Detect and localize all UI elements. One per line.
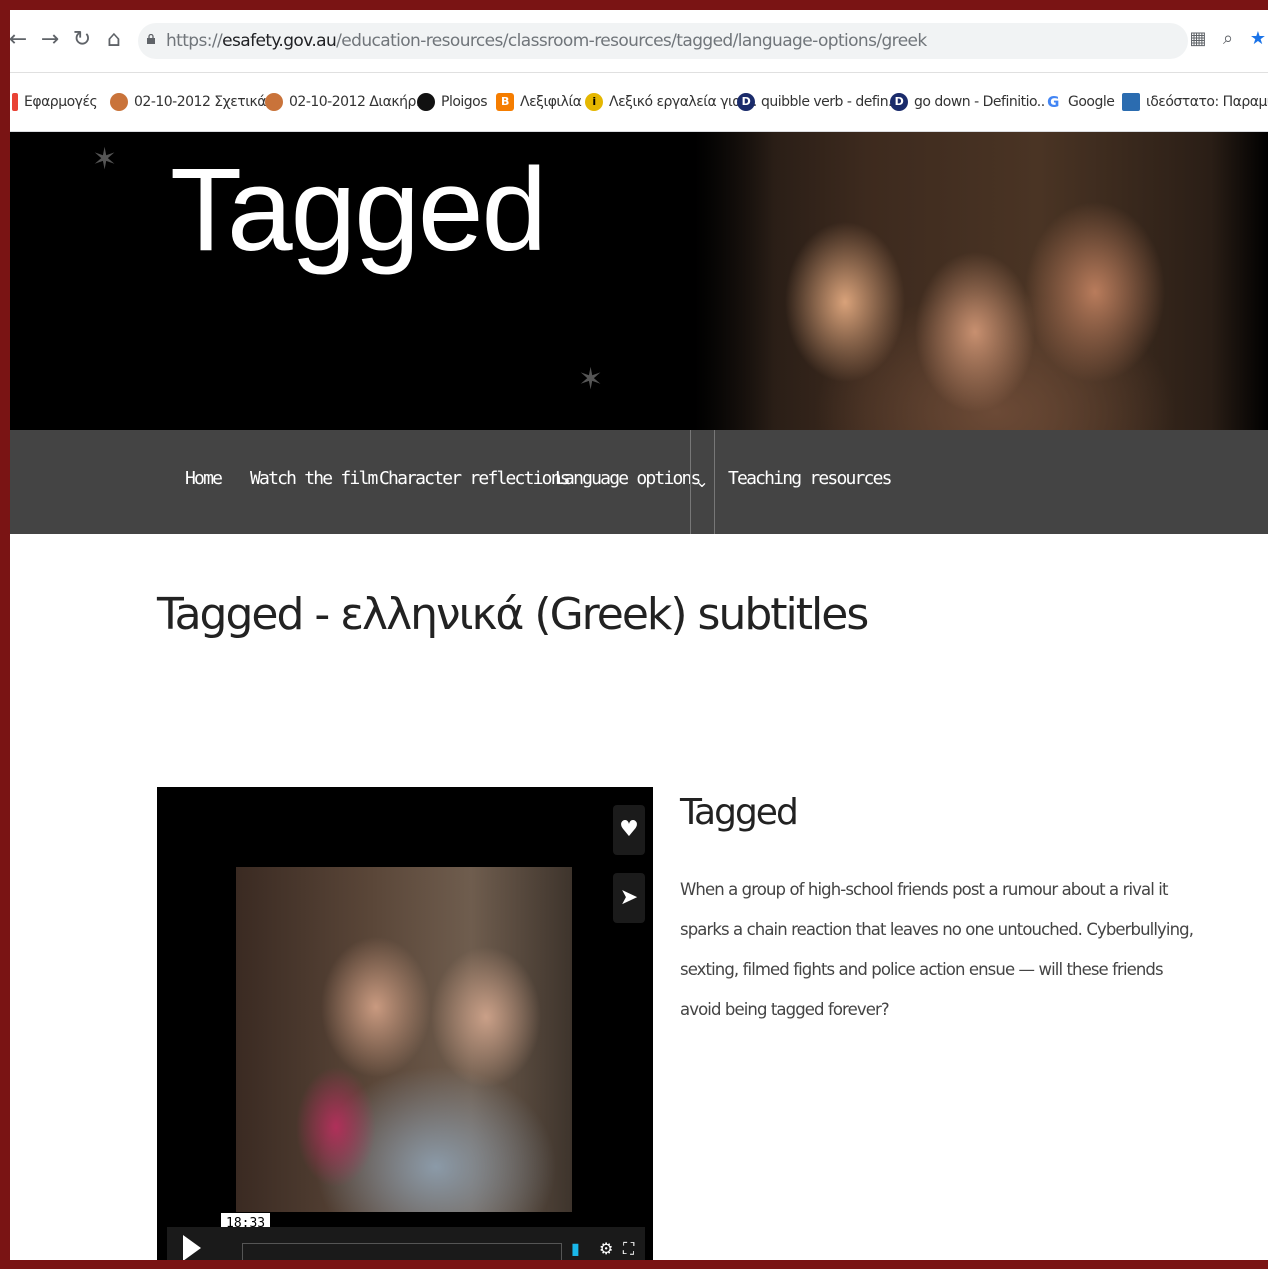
doc-icon [265, 93, 283, 111]
bookmark-item[interactable]: Dquibble verb - defin... [737, 89, 900, 115]
nav-divider [714, 430, 715, 534]
home-icon[interactable]: ⌂ [100, 26, 128, 54]
nav-language-options[interactable]: Language options [555, 468, 701, 489]
blogger-icon: B [496, 93, 514, 111]
bookmark-label: 02-10-2012 Διακήρ... [289, 94, 428, 110]
bookmark-label: Ploigos [441, 94, 488, 110]
dictionary-icon: D [737, 93, 755, 111]
google-icon: G [1044, 93, 1062, 111]
url-path: /education-resources/classroom-resources… [336, 31, 927, 51]
bookmarks-bar: Εφαρμογές 02-10-2012 Σχετικά ... 02-10-2… [10, 73, 1268, 132]
bookmark-item[interactable]: i Λεξικό εργαλεία για ... [585, 89, 757, 115]
video-thumbnail[interactable] [236, 867, 572, 1212]
video-progress-bar[interactable] [242, 1243, 562, 1260]
nav-teaching-resources[interactable]: Teaching resources [728, 468, 892, 489]
address-bar[interactable]: https://esafety.gov.au/education-resourc… [138, 23, 1188, 59]
send-icon[interactable]: ➤ [613, 873, 645, 923]
bookmark-label: go down - Definitio... [914, 94, 1049, 110]
site-navigation: Home Watch the film Character reflection… [10, 430, 1268, 534]
url-host: esafety.gov.au [222, 31, 337, 51]
star-decoration: ✶ [578, 362, 604, 397]
bookmark-item[interactable]: Dgo down - Definitio... [890, 89, 1049, 115]
doc-icon [110, 93, 128, 111]
info-icon: i [585, 93, 603, 111]
page-title: Tagged - ελληνικά (Greek) subtitles [157, 589, 869, 640]
window-border [0, 1260, 1268, 1269]
film-description: When a group of high-school friends post… [680, 880, 1194, 1019]
dictionary-icon: D [890, 93, 908, 111]
bookmark-apps[interactable]: Εφαρμογές [12, 89, 98, 115]
film-title: Tagged [680, 792, 799, 833]
video-controls: ▮ ⚙ ⛶ [167, 1227, 645, 1260]
site-title[interactable]: Tagged [170, 140, 547, 280]
hero-image [695, 132, 1268, 430]
bookmark-label: ιδεόστατο: Παραμύ... [1146, 94, 1268, 110]
bookmark-item[interactable]: 02-10-2012 Διακήρ... [265, 89, 428, 115]
bookmark-label: quibble verb - defin... [761, 94, 900, 110]
bookmark-item[interactable]: B Λεξιφιλία [496, 89, 582, 115]
bookmark-item[interactable]: Ploigos [417, 89, 488, 115]
url-prefix: https:// [166, 31, 223, 51]
play-icon[interactable] [183, 1235, 201, 1260]
translate-icon[interactable]: ▦ [1186, 27, 1210, 51]
star-icon[interactable]: ★ [1246, 27, 1268, 51]
ploigos-icon [417, 93, 435, 111]
hero-image-fade [695, 132, 775, 430]
reload-icon[interactable]: ↻ [68, 26, 96, 54]
volume-icon[interactable]: ▮ [571, 1239, 580, 1258]
gear-icon[interactable]: ⚙ [599, 1239, 613, 1258]
bookmark-label: Εφαρμογές [24, 94, 98, 110]
fullscreen-icon[interactable]: ⛶ [623, 1239, 634, 1259]
bookmark-item[interactable]: 02-10-2012 Σχετικά ... [110, 89, 282, 115]
nav-watch-the-film[interactable]: Watch the film [250, 468, 378, 489]
chevron-down-icon[interactable]: ⌄ [690, 430, 714, 534]
bookmark-item[interactable]: G Google [1044, 89, 1115, 115]
nav-home[interactable]: Home [185, 468, 223, 489]
apps-icon [12, 93, 18, 111]
video-player[interactable]: ♥ ➤ 18:33 ▮ ⚙ ⛶ [157, 787, 653, 1260]
bookmark-label: Λεξικό εργαλεία για ... [609, 94, 757, 110]
arrow-left-icon[interactable]: ← [10, 26, 32, 54]
heart-icon[interactable]: ♥ [613, 805, 645, 855]
browser-window: ← → ↻ ⌂ https://esafety.gov.au/education… [10, 10, 1268, 1260]
bookmark-item[interactable]: ιδεόστατο: Παραμύ... [1122, 89, 1268, 115]
bookmark-label: Google [1068, 94, 1115, 110]
zoom-icon[interactable]: ⌕ [1216, 27, 1240, 51]
lock-icon [147, 34, 155, 44]
star-decoration: ✶ [92, 142, 118, 177]
url-text: https://esafety.gov.au/education-resourc… [166, 31, 927, 51]
bookmark-label: Λεξιφιλία [520, 94, 582, 110]
arrow-right-icon[interactable]: → [36, 26, 64, 54]
bookmark-label: 02-10-2012 Σχετικά ... [134, 94, 282, 110]
nav-character-reflections[interactable]: Character reflections [379, 468, 571, 489]
hero-banner: ✶ ✶ Tagged [10, 132, 1268, 430]
book-icon [1122, 93, 1140, 111]
browser-toolbar: ← → ↻ ⌂ https://esafety.gov.au/education… [10, 10, 1268, 73]
